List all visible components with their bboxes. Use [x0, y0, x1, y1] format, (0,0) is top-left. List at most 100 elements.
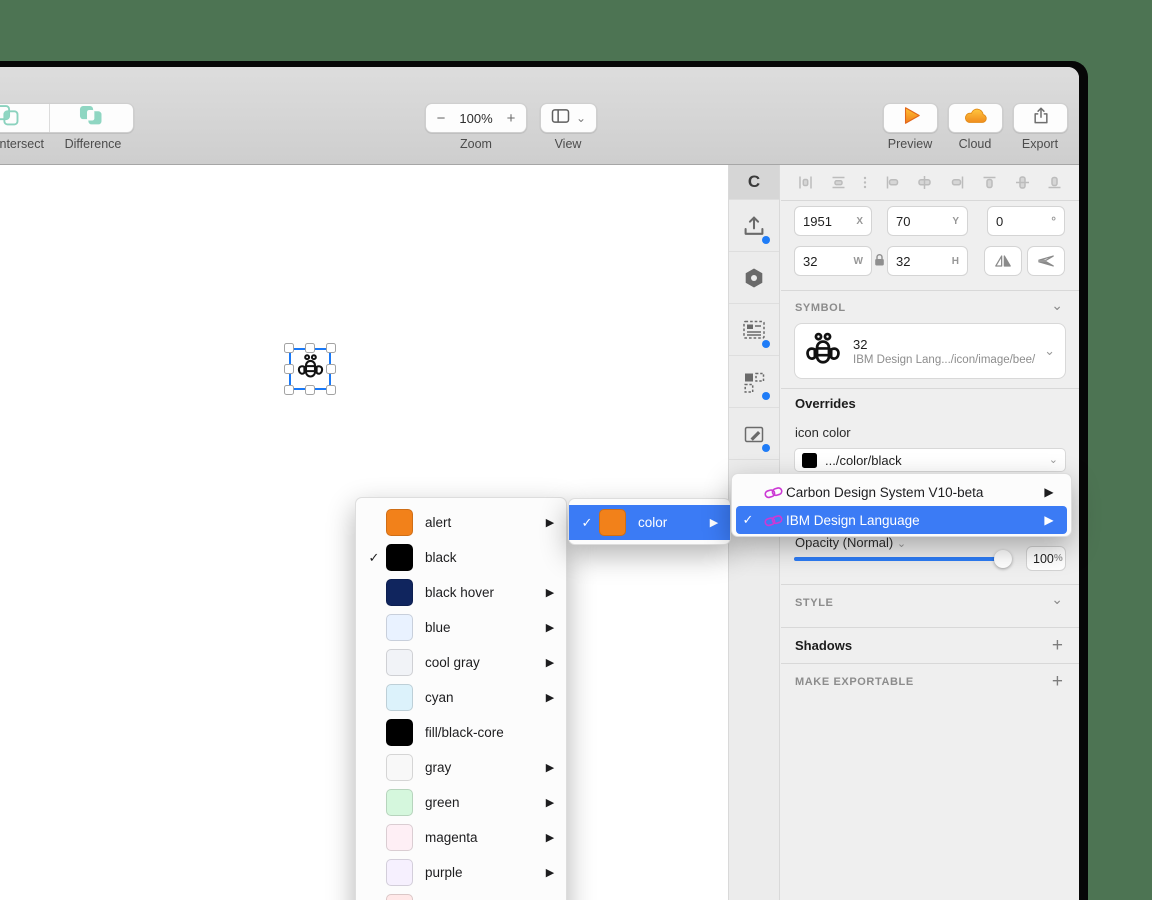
library-menu-item[interactable]: ✓ IBM Design Language ▶ — [736, 506, 1067, 534]
y-value: 70 — [896, 213, 911, 229]
opacity-slider-track[interactable] — [794, 557, 1010, 561]
x-position-field[interactable]: 1951 X — [794, 206, 872, 236]
opacity-slider-knob[interactable] — [994, 550, 1012, 568]
carbon-plugin-tab[interactable]: C — [729, 165, 779, 200]
align-center-horizontal-icon[interactable] — [916, 174, 933, 191]
distribute-horizontally-icon[interactable] — [797, 174, 814, 191]
icon-color-label: icon color — [795, 425, 851, 440]
color-menu-item[interactable]: ✓ purple ▶ — [356, 855, 566, 890]
symbol-select[interactable]: 32 IBM Design Lang.../icon/image/bee/ ⌄ — [794, 323, 1066, 379]
zoom-in-button[interactable]: + — [498, 110, 524, 127]
resize-handle[interactable] — [326, 385, 336, 395]
edit-vector-tool[interactable] — [729, 408, 779, 460]
layout-card-icon — [743, 320, 765, 339]
difference-button[interactable] — [50, 104, 134, 132]
resize-handle[interactable] — [284, 343, 294, 353]
menu-item-label: cool gray — [425, 655, 480, 670]
library-menu-item[interactable]: ✓ Carbon Design System V10-beta ▶ — [736, 478, 1067, 506]
align-left-icon[interactable] — [884, 174, 901, 191]
distribute-vertically-icon[interactable] — [830, 174, 847, 191]
color-menu-item[interactable]: ✓ cool gray ▶ — [356, 645, 566, 680]
bee-symbol-icon[interactable] — [297, 353, 324, 385]
style-section-header: STYLE — [795, 597, 834, 609]
color-swatch — [386, 684, 413, 711]
flip-horizontal-icon — [995, 255, 1011, 267]
align-top-icon[interactable] — [981, 174, 998, 191]
opacity-value: 100 — [1033, 551, 1054, 566]
add-export-button[interactable]: + — [1052, 671, 1063, 693]
color-menu-item[interactable]: ✓ magenta ▶ — [356, 820, 566, 855]
submenu-arrow-icon: ▶ — [545, 692, 555, 704]
icon-color-select[interactable]: .../color/black ⌄ — [794, 448, 1066, 472]
export-button[interactable] — [1013, 103, 1068, 133]
flip-horizontal-button[interactable] — [984, 246, 1022, 276]
section-divider — [781, 663, 1079, 664]
rotation-value: 0 — [996, 213, 1004, 229]
color-menu-item[interactable]: ✓ gray ▶ — [356, 750, 566, 785]
swap-symbols-tool[interactable] — [729, 356, 779, 408]
color-menu-item[interactable]: ✓ black hover ▶ — [356, 575, 566, 610]
menu-item-label: blue — [425, 620, 451, 635]
difference-label: Difference — [64, 137, 122, 151]
preview-button[interactable] — [883, 103, 938, 133]
color-menu-item[interactable]: ✓ ▶ — [356, 890, 566, 900]
resize-handle[interactable] — [284, 385, 294, 395]
color-menu-item[interactable]: ✓ green ▶ — [356, 785, 566, 820]
width-field[interactable]: 32 W — [794, 246, 872, 276]
color-menu-item[interactable]: ✓ fill/black-core ▶ — [356, 715, 566, 750]
layer-selection-box[interactable] — [284, 343, 336, 395]
make-exportable-header: MAKE EXPORTABLE — [795, 676, 914, 688]
rotation-unit: ° — [1051, 214, 1056, 228]
view-label: View — [554, 137, 582, 151]
color-menu-item[interactable]: ✓ cyan ▶ — [356, 680, 566, 715]
align-middle-vertical-icon[interactable] — [1014, 174, 1031, 191]
view-button[interactable]: ⌄ — [540, 103, 597, 133]
color-menu-item[interactable]: ✓ black ▶ — [356, 540, 566, 575]
color-menu-item[interactable]: ✓ alert ▶ — [356, 505, 566, 540]
section-divider — [781, 290, 1079, 291]
layout-tool[interactable] — [729, 304, 779, 356]
icon-color-value: .../color/black — [825, 452, 902, 468]
more-dots-icon — [863, 176, 867, 189]
alignment-toolbar — [781, 165, 1079, 201]
upload-tool[interactable] — [729, 200, 779, 252]
resize-handle[interactable] — [326, 343, 336, 353]
library-link-icon — [760, 484, 786, 501]
flip-vertical-button[interactable] — [1027, 246, 1065, 276]
current-color-swatch — [802, 452, 817, 468]
resize-handle[interactable] — [284, 364, 294, 374]
color-menu-item[interactable]: ✓ blue ▶ — [356, 610, 566, 645]
intersect-button[interactable] — [0, 104, 49, 132]
color-swatch — [386, 544, 413, 571]
submenu-arrow-icon: ▶ — [545, 517, 555, 529]
height-field[interactable]: 32 H — [887, 246, 968, 276]
y-unit: Y — [952, 215, 959, 227]
settings-tool[interactable] — [729, 252, 779, 304]
submenu-arrow-icon: ▶ — [545, 867, 555, 879]
resize-handle[interactable] — [305, 385, 315, 395]
resize-handle[interactable] — [305, 343, 315, 353]
overrides-title: Overrides — [795, 396, 856, 411]
lock-ratio-icon[interactable] — [874, 253, 885, 272]
align-bottom-icon[interactable] — [1046, 174, 1063, 191]
toolbar: Intersect Difference − 100% + Zoom ⌄ Vie… — [0, 67, 1079, 165]
resize-handle[interactable] — [326, 364, 336, 374]
difference-icon — [78, 105, 104, 131]
opacity-value-field[interactable]: 100 % — [1026, 546, 1066, 571]
y-position-field[interactable]: 70 Y — [887, 206, 968, 236]
menu-item-label: IBM Design Language — [786, 512, 920, 528]
add-shadow-button[interactable]: + — [1052, 635, 1063, 657]
symbol-path: IBM Design Lang.../icon/image/bee/ — [853, 353, 1036, 366]
menu-item-label: fill/black-core — [425, 725, 504, 740]
zoom-control[interactable]: − 100% + — [425, 103, 527, 133]
cloud-button[interactable] — [948, 103, 1003, 133]
align-right-icon[interactable] — [949, 174, 966, 191]
color-values-menu: ✓ alert ▶ ✓ black ▶ ✓ black hover ▶ ✓ bl… — [355, 497, 567, 900]
opacity-chevron-icon: ⌄ — [896, 538, 907, 550]
zoom-out-button[interactable]: − — [428, 110, 454, 127]
rotation-field[interactable]: 0 ° — [987, 206, 1065, 236]
color-swatch — [386, 894, 413, 900]
submenu-arrow-icon: ▶ — [545, 762, 555, 774]
checkmark-icon: ✓ — [581, 514, 593, 530]
group-menu-item[interactable]: ✓ color ▶ — [569, 505, 730, 540]
